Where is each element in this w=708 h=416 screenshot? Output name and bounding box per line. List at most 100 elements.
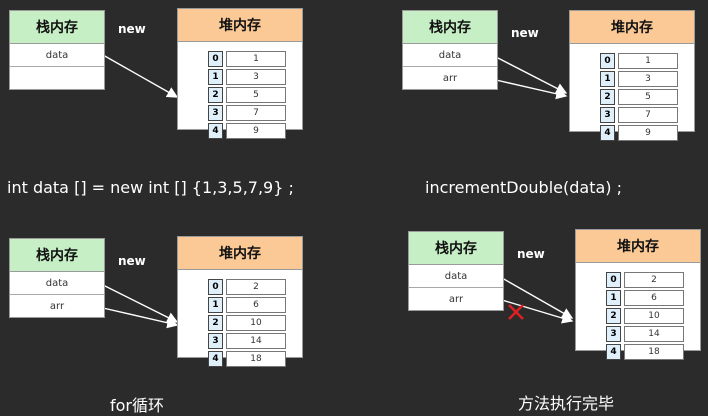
array-cell-row: 13 — [208, 69, 286, 85]
array-cell-row: 01 — [208, 51, 286, 67]
array-value: 6 — [624, 290, 684, 306]
new-label: new — [511, 26, 539, 40]
array-cell-row: 4 18 — [208, 351, 286, 367]
array-index: 4 — [208, 351, 223, 367]
stack-slot: arr — [448, 293, 464, 305]
array-cell-row: 02 — [208, 279, 286, 295]
array-index: 0 — [208, 51, 223, 67]
array-value: 3 — [618, 71, 678, 87]
array-value: 9 — [226, 123, 286, 139]
array-index: 1 — [606, 290, 621, 306]
array-index: 3 — [208, 333, 223, 349]
heap-memory-title: 堆内存 — [576, 230, 700, 263]
array-value: 9 — [618, 125, 678, 141]
array-index: 4 — [606, 344, 621, 360]
array-cell-row: 3 14 — [606, 326, 684, 342]
array-cell-row: 01 — [600, 53, 678, 69]
panel-caption: int data [] = new int [] {1,3,5,7,9} ; — [7, 178, 294, 197]
stack-slot: data — [403, 44, 497, 67]
array-index: 2 — [208, 315, 223, 331]
array-index: 1 — [208, 69, 223, 85]
array-cell-row: 25 — [208, 87, 286, 103]
array-index: 4 — [208, 123, 223, 139]
array-cell-row: 16 — [208, 297, 286, 313]
panel-caption: 方法执行完毕 — [518, 394, 615, 413]
array-cell-row: 2 10 — [606, 308, 684, 324]
cross-mark-icon — [508, 304, 524, 320]
array-cell-row: 37 — [600, 107, 678, 123]
new-label: new — [118, 22, 146, 36]
array-index: 3 — [606, 326, 621, 342]
heap-memory-box: 堆内存 02 16 2 10 3 14 4 18 — [575, 229, 701, 360]
array-index: 3 — [600, 107, 615, 123]
arrow-arr-to-heap — [495, 79, 568, 100]
array-value: 3 — [226, 69, 286, 85]
array-value: 7 — [618, 107, 678, 123]
array-index: 4 — [600, 125, 615, 141]
array-index: 0 — [606, 272, 621, 288]
array-index: 2 — [606, 308, 621, 324]
array-cell-row: 49 — [600, 125, 678, 141]
array-value: 10 — [226, 315, 286, 331]
stack-slot: arr — [49, 300, 65, 312]
array-cells: 01 13 25 37 49 — [600, 53, 678, 143]
stack-memory-title: 栈内存 — [403, 11, 497, 44]
array-cell-row: 49 — [208, 123, 286, 139]
stack-memory-title: 栈内存 — [409, 232, 503, 265]
array-cell-row: 02 — [606, 272, 684, 288]
array-value: 14 — [624, 326, 684, 342]
array-value: 14 — [226, 333, 286, 349]
array-index: 1 — [600, 71, 615, 87]
array-cell-row: 3 14 — [208, 333, 286, 349]
arrow-data-to-heap — [495, 56, 568, 94]
panel-caption: for循环 — [110, 396, 165, 415]
array-value: 18 — [226, 351, 286, 367]
stack-memory-box: 栈内存 data arr — [9, 238, 105, 318]
array-cell-row: 2 10 — [208, 315, 286, 331]
heap-memory-title: 堆内存 — [178, 9, 302, 42]
stack-memory-box: 栈内存 data arr — [408, 231, 504, 311]
stack-slot: data — [409, 265, 503, 288]
array-index: 1 — [208, 297, 223, 313]
stack-slot: data — [10, 272, 104, 295]
new-label: new — [118, 254, 146, 268]
array-value: 2 — [624, 272, 684, 288]
array-index: 0 — [208, 279, 223, 295]
array-value: 5 — [618, 89, 678, 105]
heap-memory-title: 堆内存 — [178, 237, 302, 270]
stack-slot — [10, 67, 104, 89]
arrow-arr-to-heap-cut — [501, 299, 574, 324]
array-value: 1 — [226, 51, 286, 67]
array-value: 2 — [226, 279, 286, 295]
array-value: 10 — [624, 308, 684, 324]
array-cells: 02 16 2 10 3 14 4 18 — [606, 272, 684, 362]
new-label: new — [517, 247, 545, 261]
array-cells: 02 16 2 10 3 14 4 18 — [208, 279, 286, 369]
stack-memory-box: 栈内存 data — [9, 10, 105, 90]
stack-slot: arr — [442, 72, 458, 84]
array-value: 5 — [226, 87, 286, 103]
array-value: 7 — [226, 105, 286, 121]
stack-slot: data — [10, 44, 104, 67]
heap-memory-title: 堆内存 — [570, 11, 694, 44]
array-value: 18 — [624, 344, 684, 360]
stack-memory-title: 栈内存 — [10, 239, 104, 272]
heap-memory-box: 堆内存 01 13 25 37 49 — [177, 8, 303, 139]
array-index: 2 — [600, 89, 615, 105]
array-index: 2 — [208, 87, 223, 103]
array-value: 1 — [618, 53, 678, 69]
arrow-data-to-heap — [501, 277, 574, 319]
stack-memory-title: 栈内存 — [10, 11, 104, 44]
arrow-data-to-heap — [102, 54, 179, 98]
panel-caption: incrementDouble(data) ; — [425, 178, 622, 197]
array-cell-row: 13 — [600, 71, 678, 87]
heap-memory-box: 堆内存 01 13 25 37 49 — [569, 10, 695, 141]
array-cell-row: 37 — [208, 105, 286, 121]
array-cell-row: 16 — [606, 290, 684, 306]
arrow-data-to-heap — [102, 284, 179, 323]
array-value: 6 — [226, 297, 286, 313]
array-index: 3 — [208, 105, 223, 121]
array-cell-row: 4 18 — [606, 344, 684, 360]
arrow-arr-to-heap — [102, 307, 179, 329]
array-index: 0 — [600, 53, 615, 69]
